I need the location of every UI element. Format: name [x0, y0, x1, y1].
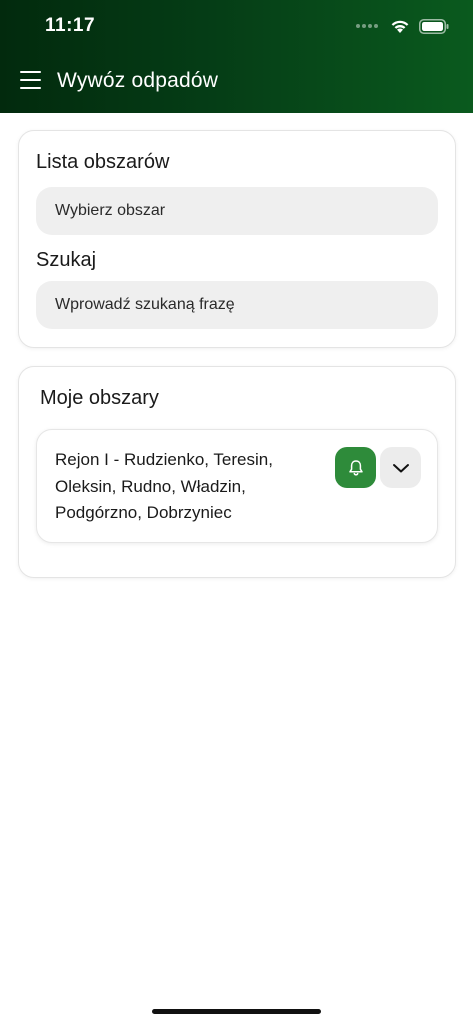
my-areas-title: Moje obszary [40, 387, 159, 409]
status-icons [356, 16, 449, 36]
area-list-item[interactable]: Rejon I - Rudzienko, Teresin, Oleksin, R… [36, 429, 438, 543]
wifi-icon [391, 20, 409, 33]
app-header: 11:17 Wywóz odpadów [0, 0, 473, 113]
page-title: Wywóz odpadów [57, 69, 219, 92]
areas-list-label: Lista obszarów [36, 151, 170, 173]
bell-icon [348, 459, 363, 476]
my-areas-card: Moje obszary Rejon I - Rudzienko, Teresi… [18, 366, 456, 578]
hamburger-menu-icon[interactable] [20, 71, 42, 89]
expand-button[interactable] [380, 447, 421, 488]
cellular-signal-icon [356, 24, 378, 28]
area-name: Rejon I - Rudzienko, Teresin, Oleksin, R… [55, 450, 273, 522]
notification-bell-button[interactable] [335, 447, 376, 488]
home-indicator[interactable] [152, 1009, 321, 1014]
area-select[interactable]: Wybierz obszar [36, 187, 438, 235]
search-input[interactable]: Wprowadź szukaną frazę [36, 281, 438, 329]
status-time: 11:17 [45, 15, 96, 36]
chevron-down-icon [392, 463, 409, 472]
search-label: Szukaj [36, 249, 97, 271]
search-card: Lista obszarów Wybierz obszar Szukaj Wpr… [18, 130, 456, 348]
battery-icon [419, 18, 449, 34]
